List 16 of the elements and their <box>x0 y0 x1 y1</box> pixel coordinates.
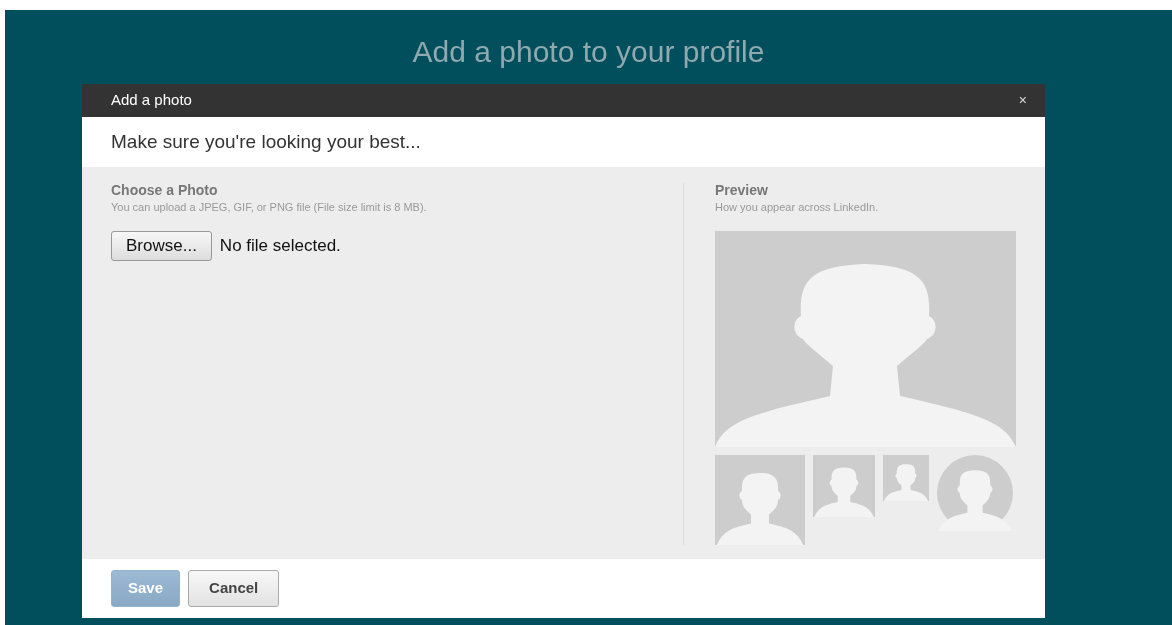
cancel-button[interactable]: Cancel <box>188 570 280 607</box>
browse-button[interactable]: Browse... <box>111 231 212 261</box>
file-status: No file selected. <box>219 235 341 258</box>
upload-hint: You can upload a JPEG, GIF, or PNG file (File size limit is 8 MB). <box>111 199 428 215</box>
preview-hint: How you appear across LinkedIn. <box>715 199 880 215</box>
dialog-title: Add a photo <box>111 90 192 111</box>
avatar-icon <box>813 455 875 518</box>
page-heading: Add a photo to your profile <box>411 34 766 70</box>
avatar-silhouette-icon <box>715 231 1016 448</box>
avatar-icon <box>883 455 929 502</box>
section-heading: Choose a Photo <box>111 183 219 199</box>
close-button[interactable]: × <box>1018 89 1027 111</box>
section-heading: Preview <box>715 183 769 199</box>
dialog-intro: Make sure you're looking your best... <box>111 129 421 154</box>
avatar-icon <box>715 455 805 546</box>
round-avatar-icon <box>937 455 1013 532</box>
